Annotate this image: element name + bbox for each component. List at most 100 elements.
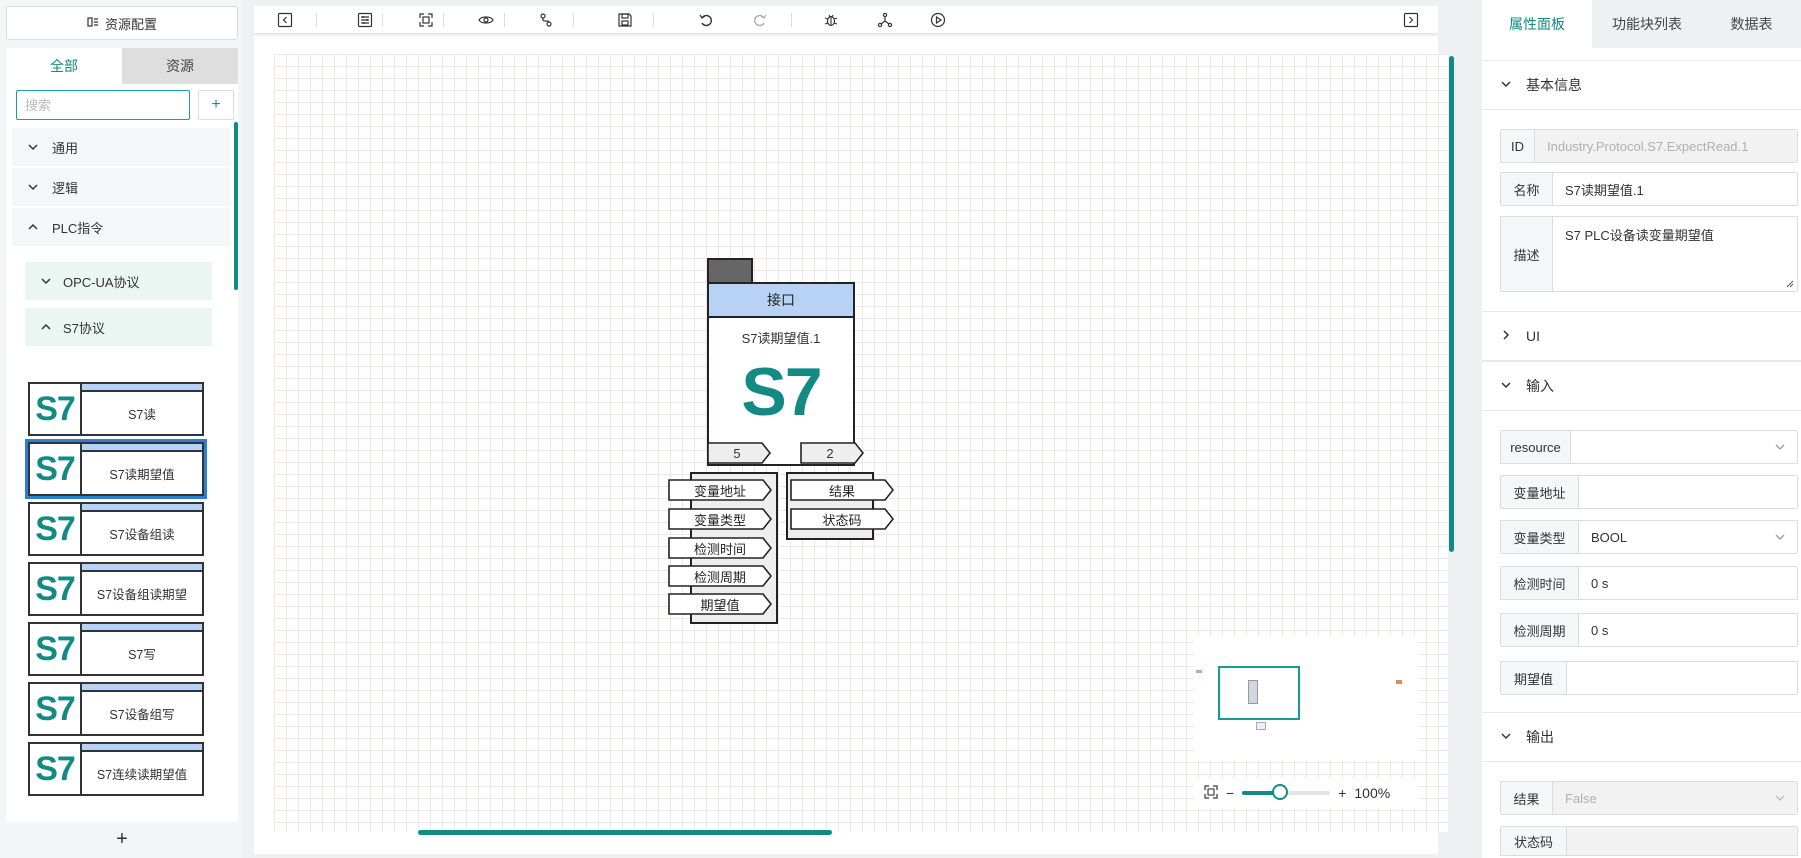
canvas-vertical-scrollbar[interactable] (1449, 56, 1454, 552)
node-header: 接口 (707, 282, 855, 318)
block-s7-group-read[interactable]: S7 S7设备组读 (28, 502, 204, 556)
fit-view-icon[interactable] (415, 9, 437, 31)
section-basic-info[interactable]: 基本信息 (1482, 60, 1801, 110)
block-s7-group-write[interactable]: S7 S7设备组写 (28, 682, 204, 736)
field-label: 状态码 (1501, 827, 1567, 855)
connect-icon[interactable] (535, 9, 557, 31)
block-s7-write[interactable]: S7 S7写 (28, 622, 204, 676)
var-address-input[interactable] (1579, 476, 1797, 508)
field-label: 名称 (1501, 173, 1553, 205)
group-plc[interactable]: PLC指令 (12, 208, 230, 246)
minimap-node (1248, 680, 1258, 704)
subgroup-opcua[interactable]: OPC-UA协议 (25, 262, 212, 300)
preview-eye-icon[interactable] (475, 9, 497, 31)
section-output[interactable]: 输出 (1482, 712, 1801, 762)
block-s7-read[interactable]: S7 S7读 (28, 382, 204, 436)
expected-value-input[interactable] (1567, 662, 1797, 694)
editor-toolbar (254, 6, 1438, 34)
section-ui[interactable]: UI (1482, 311, 1801, 361)
minimap[interactable] (1194, 636, 1418, 760)
block-label: S7设备组读期望 (80, 570, 204, 616)
field-result: 结果 False (1500, 781, 1798, 815)
block-label: S7写 (80, 630, 204, 676)
input-port-check-time[interactable]: 检测时间 (668, 537, 772, 559)
tab-function-blocks[interactable]: 功能块列表 (1592, 0, 1702, 48)
chevron-down-icon (1775, 444, 1785, 450)
resource-select[interactable] (1571, 431, 1797, 463)
chevron-down-icon (1775, 534, 1785, 540)
field-label: 期望值 (1501, 662, 1567, 694)
field-label: 变量地址 (1501, 476, 1579, 508)
resource-config-icon (87, 16, 99, 31)
s7-read-expect-node[interactable]: 接口 S7读期望值.1 S7 5 2 (707, 258, 857, 466)
input-port-var-address[interactable]: 变量地址 (668, 479, 772, 501)
block-s7-continuous-read-expect[interactable]: S7 S7连续读期望值 (28, 742, 204, 796)
check-time-input[interactable]: 0 s (1579, 567, 1797, 599)
input-port-var-type[interactable]: 变量类型 (668, 508, 772, 530)
section-input[interactable]: 输入 (1482, 361, 1801, 411)
add-button[interactable]: + (6, 822, 238, 856)
output-port-result[interactable]: 结果 (790, 479, 894, 501)
result-select: False (1553, 782, 1797, 814)
undo-icon[interactable] (695, 9, 717, 31)
right-panel: 属性面板 功能块列表 数据表 基本信息 ID Industry.Protocol… (1482, 0, 1801, 858)
s7-block-icon: S7 (28, 382, 82, 436)
run-play-icon[interactable] (927, 9, 949, 31)
field-label: 变量类型 (1501, 521, 1579, 553)
debug-bug-icon[interactable] (820, 9, 842, 31)
zoom-slider[interactable] (1242, 784, 1331, 800)
save-icon[interactable] (614, 9, 636, 31)
zoom-in-button[interactable]: + (1338, 785, 1346, 801)
block-s7-group-read-expect[interactable]: S7 S7设备组读期望 (28, 562, 204, 616)
network-icon[interactable] (874, 9, 896, 31)
block-label: S7设备组写 (80, 690, 204, 736)
redo-icon[interactable] (749, 9, 771, 31)
node-s7-logo: S7 (741, 354, 822, 430)
field-label: resource (1501, 431, 1571, 463)
input-port-expected-value[interactable]: 期望值 (668, 593, 772, 615)
left-tabs: 全部 资源 (6, 48, 238, 84)
name-input[interactable]: S7读期望值.1 (1553, 173, 1797, 205)
resize-handle-icon[interactable] (1786, 280, 1794, 288)
collapse-left-icon[interactable] (274, 9, 296, 31)
settings-panel-icon[interactable] (354, 9, 376, 31)
canvas-horizontal-scrollbar[interactable] (418, 830, 832, 835)
description-textarea[interactable]: S7 PLC设备读变量期望值 (1553, 217, 1797, 291)
field-expected-value: 期望值 (1500, 661, 1798, 695)
chevron-down-icon (26, 140, 40, 154)
input-port-check-period[interactable]: 检测周期 (668, 565, 772, 587)
resource-config-button[interactable]: 资源配置 (6, 6, 238, 40)
block-s7-read-expect[interactable]: S7 S7读期望值 (25, 439, 207, 499)
group-general[interactable]: 通用 (12, 128, 230, 166)
chevron-down-icon (1500, 729, 1512, 745)
node-name: S7读期望值.1 (741, 331, 821, 346)
tab-data-table[interactable]: 数据表 (1702, 0, 1801, 48)
tab-resources[interactable]: 资源 (122, 48, 238, 84)
chevron-right-icon (1500, 328, 1512, 344)
collapse-right-icon[interactable] (1400, 9, 1422, 31)
add-block-button[interactable]: + (198, 90, 234, 120)
search-row: + (6, 84, 238, 128)
id-value: Industry.Protocol.S7.ExpectRead.1 (1535, 130, 1797, 162)
field-label: 检测时间 (1501, 567, 1579, 599)
output-port-status-code[interactable]: 状态码 (790, 508, 894, 530)
left-scrollbar[interactable] (234, 122, 238, 290)
field-check-period: 检测周期 0 s (1500, 613, 1798, 647)
check-period-input[interactable]: 0 s (1579, 614, 1797, 646)
zoom-slider-knob[interactable] (1272, 784, 1289, 800)
group-logic[interactable]: 逻辑 (12, 168, 230, 206)
subgroup-s7[interactable]: S7协议 (25, 308, 212, 346)
search-input[interactable] (16, 90, 190, 120)
field-check-time: 检测时间 0 s (1500, 566, 1798, 600)
tab-all[interactable]: 全部 (6, 48, 122, 84)
left-panel: 资源配置 全部 资源 + 通用 逻辑 PLC指令 OPC-UA协议 S7协议 (0, 0, 242, 858)
tab-properties[interactable]: 属性面板 (1482, 0, 1592, 48)
chevron-down-icon (26, 180, 40, 194)
minimap-viewport[interactable] (1218, 666, 1300, 720)
fit-screen-icon[interactable] (1204, 784, 1218, 802)
zoom-out-button[interactable]: − (1226, 785, 1234, 801)
node-handle[interactable] (707, 258, 753, 284)
field-resource: resource (1500, 430, 1798, 464)
var-type-select[interactable]: BOOL (1579, 521, 1797, 553)
field-label: 检测周期 (1501, 614, 1579, 646)
